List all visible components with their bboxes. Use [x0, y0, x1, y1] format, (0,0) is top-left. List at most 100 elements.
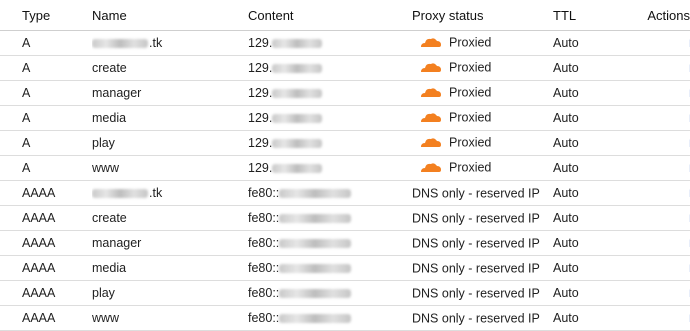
column-header-content[interactable]: Content [248, 0, 412, 31]
dns-record-row: AAAAwww fe80::DNS only - reserved IP AutoE… [0, 305, 690, 331]
redacted-name-blur [92, 189, 148, 199]
actions-cell: Edit [610, 280, 690, 306]
column-header-ttl[interactable]: TTL [553, 0, 610, 31]
redacted-content-blur [279, 189, 352, 199]
record-name: manager [92, 236, 142, 250]
proxy-status-text: DNS only - reserved IP [412, 261, 540, 276]
record-type: AAAA [0, 180, 92, 206]
redacted-content-blur [272, 64, 323, 74]
record-name: .tk [149, 186, 163, 200]
orange-cloud-icon [419, 136, 443, 151]
proxy-status-text: Proxied [449, 36, 492, 51]
record-content: fe80:: [248, 236, 280, 250]
actions-cell: Edit [610, 30, 690, 56]
proxy-status-cell: DNS only - reserved IP [412, 205, 553, 231]
ttl-value: Auto [553, 155, 610, 181]
proxy-status-cell: DNS only - reserved IP [412, 230, 553, 256]
actions-cell: Edit [610, 155, 690, 181]
record-name: manager [92, 86, 142, 100]
record-content: 129. [248, 36, 273, 50]
actions-cell: Edit [610, 130, 690, 156]
dns-record-row: AAAA media fe80:: DNS only - reserved IP Aut… [0, 255, 690, 281]
record-name: media [92, 261, 127, 275]
column-header-type[interactable]: Type [0, 0, 92, 31]
actions-cell: Edit [610, 105, 690, 131]
column-header-actions: Actions [610, 0, 690, 31]
redacted-content-blur [279, 264, 352, 274]
ttl-value: Auto [553, 180, 610, 206]
record-name-cell: create [92, 205, 248, 231]
record-content: 129. [248, 86, 273, 100]
record-content: 129. [248, 161, 273, 175]
redacted-content-blur [272, 139, 323, 149]
record-content-cell: 129. [248, 80, 412, 106]
record-content: fe80:: [248, 261, 280, 275]
ttl-value: Auto [553, 230, 610, 256]
proxy-status-text: Proxied [449, 111, 492, 126]
record-content: fe80:: [248, 211, 280, 225]
redacted-content-blur [279, 289, 352, 299]
record-name-cell: play [92, 130, 248, 156]
dns-record-row: Aplay 129. Proxied AutoEdit [0, 130, 690, 156]
record-name-cell: manager [92, 230, 248, 256]
proxy-status-cell: Proxied [412, 105, 553, 131]
orange-cloud-icon [419, 36, 443, 51]
actions-cell: Edit [610, 55, 690, 81]
dns-records-body: A.tk129.ProxiedAutoEditAcreate129.Proxie… [0, 30, 690, 331]
ttl-value: Auto [553, 130, 610, 156]
proxy-status-cell: Proxied [412, 55, 553, 81]
proxy-status-text: DNS only - reserved IP [412, 186, 540, 201]
record-content: fe80:: [248, 311, 280, 325]
record-content-cell: 129. [248, 155, 412, 181]
proxy-status-cell: DNS only - reserved IP [412, 305, 553, 331]
actions-cell: Edit [610, 205, 690, 231]
record-content: 129. [248, 111, 273, 125]
actions-cell: Edit [610, 305, 690, 331]
redacted-content-blur [279, 314, 352, 324]
column-header-name[interactable]: Name [92, 0, 248, 31]
ttl-value: Auto [553, 30, 610, 56]
record-name-cell: media [92, 255, 248, 281]
dns-record-row: A .tk 129. Proxied AutoEdit [0, 30, 690, 56]
record-content-cell: fe80:: [248, 255, 412, 281]
record-name: www [92, 311, 120, 325]
dns-records-table: Type Name Content Proxy status TTL Actio… [0, 0, 690, 331]
redacted-content-blur [272, 164, 323, 174]
ttl-value: Auto [553, 205, 610, 231]
dns-record-row: AAAA manager fe80:: DNS only - reserved IP A… [0, 230, 690, 256]
redacted-content-blur [279, 239, 352, 249]
dns-record-row: Awww 129. Proxied AutoEdit [0, 155, 690, 181]
redacted-content-blur [272, 39, 323, 49]
record-content-cell: fe80:: [248, 230, 412, 256]
actions-cell: Edit [610, 80, 690, 106]
record-name-cell: www [92, 305, 248, 331]
proxy-status-text: Proxied [449, 86, 492, 101]
record-type: AAAA [0, 205, 92, 231]
ttl-value: Auto [553, 105, 610, 131]
proxy-status-text: Proxied [449, 136, 492, 151]
table-header-row: Type Name Content Proxy status TTL Actio… [0, 0, 690, 31]
record-type: A [0, 55, 92, 81]
actions-cell: Edit [610, 255, 690, 281]
record-name: play [92, 136, 115, 150]
record-name: play [92, 286, 115, 300]
record-name: create [92, 61, 127, 75]
proxy-status-text: DNS only - reserved IP [412, 211, 540, 226]
proxy-status-cell: DNS only - reserved IP [412, 180, 553, 206]
record-content-cell: fe80:: [248, 180, 412, 206]
dns-record-row: Acreate 129. Proxied AutoEdit [0, 55, 690, 81]
proxy-status-text: DNS only - reserved IP [412, 236, 540, 251]
record-type: A [0, 30, 92, 56]
record-name-cell: .tk [92, 180, 248, 206]
record-name: .tk [149, 36, 163, 50]
record-type: AAAA [0, 230, 92, 256]
record-content-cell: 129. [248, 105, 412, 131]
proxy-status-cell: DNS only - reserved IP [412, 280, 553, 306]
record-type: A [0, 80, 92, 106]
record-type: A [0, 130, 92, 156]
record-name: www [92, 161, 120, 175]
record-type: A [0, 155, 92, 181]
column-header-proxy-status[interactable]: Proxy status [412, 0, 553, 31]
redacted-content-blur [279, 214, 352, 224]
record-type: AAAA [0, 255, 92, 281]
